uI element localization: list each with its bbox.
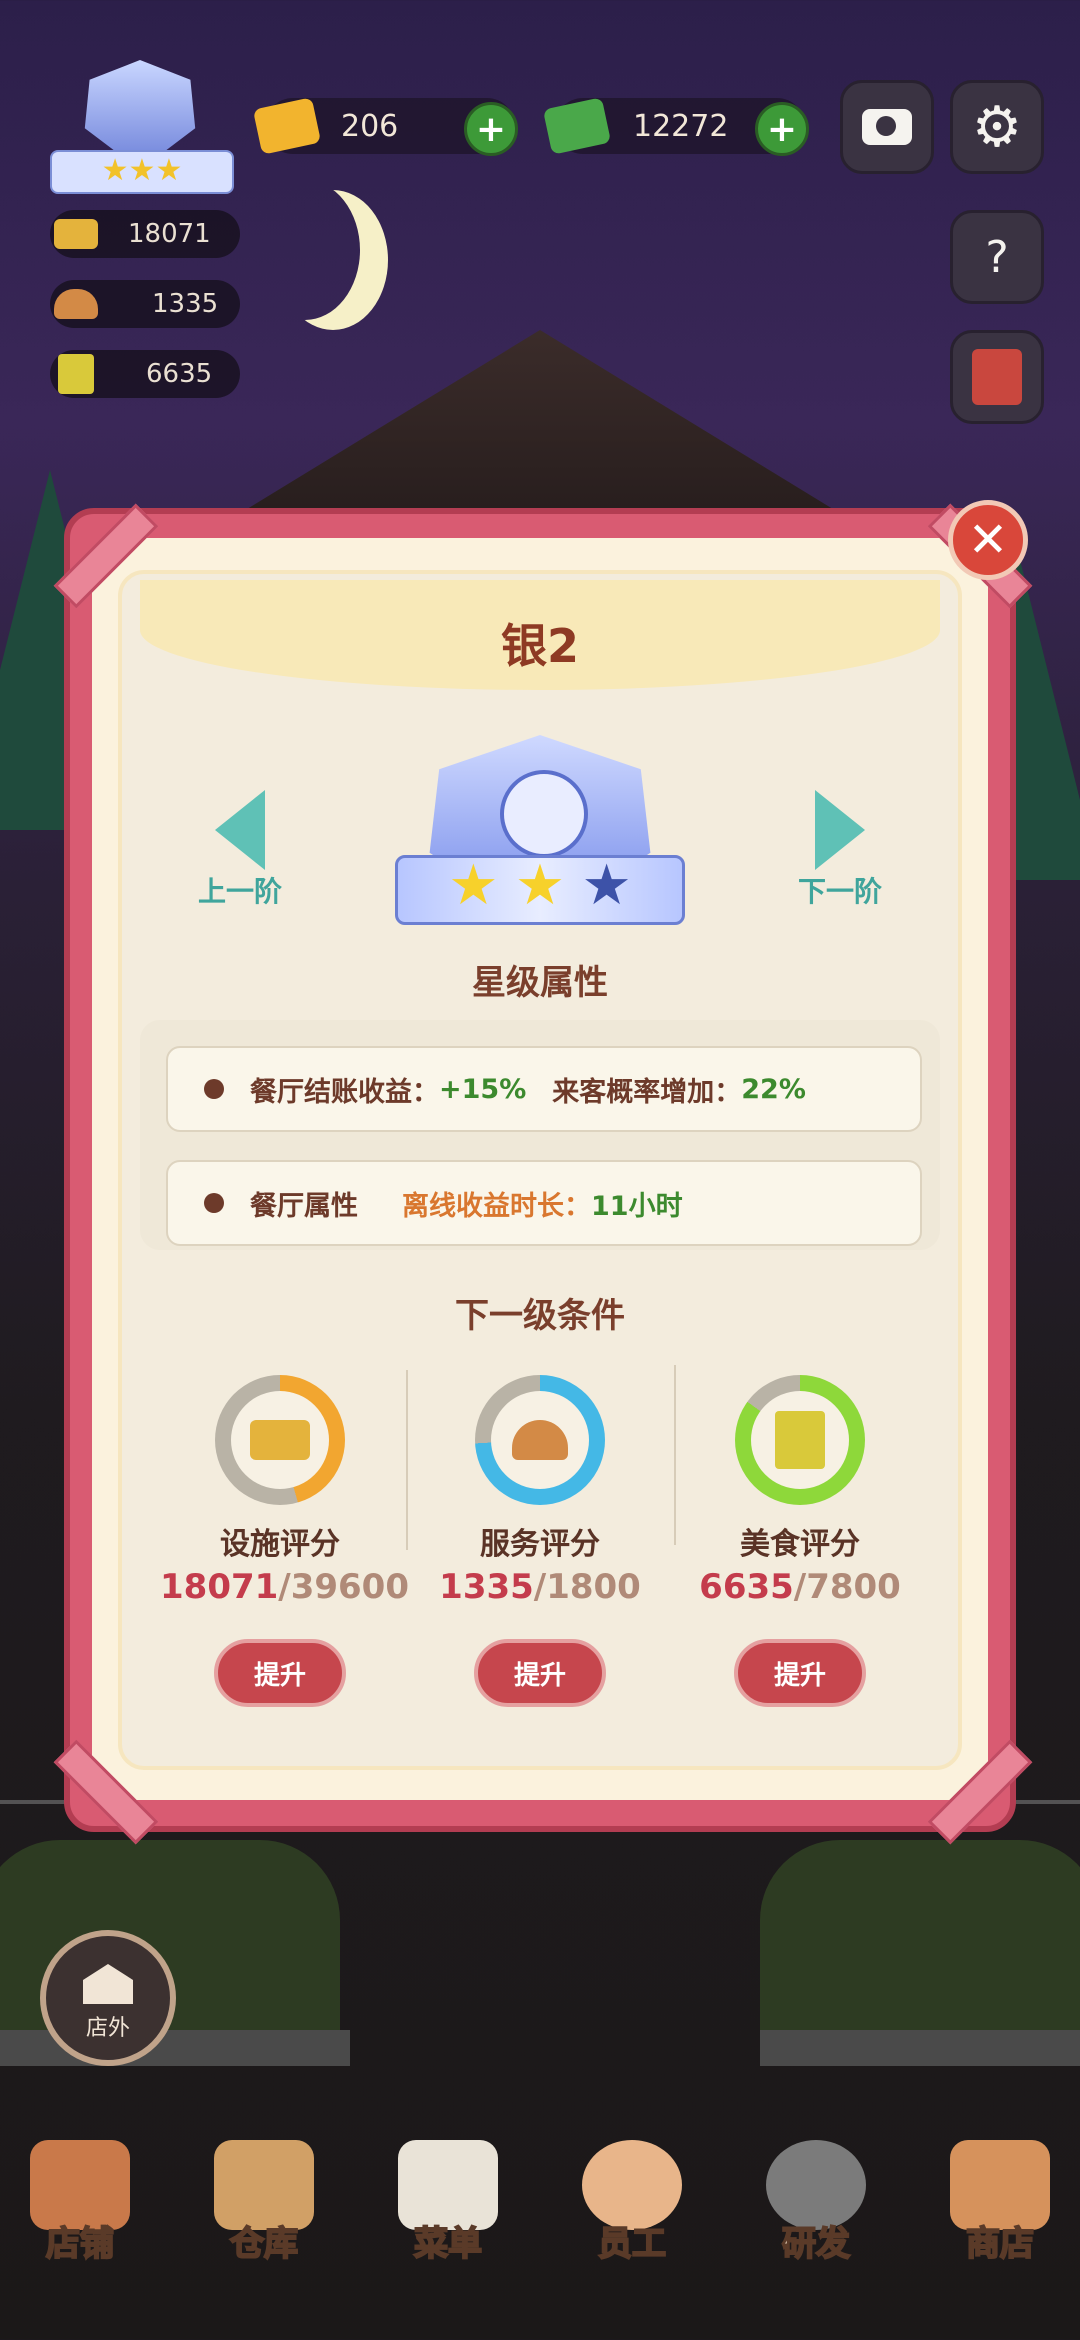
tab-shop-front[interactable]: 店铺 bbox=[20, 2140, 140, 2280]
service-score-max: /1800 bbox=[533, 1567, 641, 1607]
service-score-value: 1335/1800 bbox=[420, 1567, 660, 1607]
facility-score-max: /39600 bbox=[278, 1567, 410, 1607]
food-book-icon bbox=[58, 354, 94, 394]
rank-stars: ★★★ bbox=[50, 150, 234, 194]
facility-icon bbox=[54, 219, 98, 249]
recipe-book-button[interactable] bbox=[950, 330, 1044, 424]
tab-label: 研发 bbox=[781, 2223, 851, 2265]
attribute-row-income: 餐厅结账收益： +15% 来客概率增加： 22% bbox=[166, 1046, 922, 1132]
star-rating: ★ ★ ★ bbox=[440, 858, 640, 914]
service-progress-ring bbox=[475, 1375, 605, 1505]
add-gems-button[interactable]: + bbox=[464, 102, 518, 156]
upgrade-food-button[interactable]: 提升 bbox=[734, 1639, 866, 1707]
gem-icon bbox=[252, 97, 322, 155]
camera-button[interactable] bbox=[840, 80, 934, 174]
house-icon bbox=[83, 1964, 133, 2004]
service-score-current: 1335 bbox=[439, 1567, 534, 1607]
upgrade-service-button[interactable]: 提升 bbox=[474, 1639, 606, 1707]
service-score-label: 服务评分 bbox=[480, 1527, 600, 1562]
bullet-icon bbox=[204, 1193, 224, 1213]
next-rank-button[interactable]: 下一阶 bbox=[790, 790, 890, 910]
moon-decoration bbox=[250, 180, 360, 320]
camera-icon bbox=[862, 109, 912, 145]
service-condition: 服务评分 1335/1800 提升 bbox=[420, 1375, 660, 1707]
modal-title: 银2 bbox=[500, 619, 579, 673]
settings-button[interactable]: ⚙ bbox=[950, 80, 1044, 174]
outside-label: 店外 bbox=[85, 2016, 130, 2041]
prev-rank-button[interactable]: 上一阶 bbox=[190, 790, 290, 910]
planter bbox=[760, 2030, 1080, 2066]
tab-store[interactable]: 商店 bbox=[940, 2140, 1060, 2280]
star-attributes-title: 星级属性 bbox=[472, 963, 608, 1003]
rank-badge[interactable]: ★★★ bbox=[50, 60, 234, 194]
star-filled-icon: ★ bbox=[448, 853, 499, 918]
food-score-current: 6635 bbox=[699, 1567, 794, 1607]
arrow-left-icon bbox=[215, 790, 265, 870]
facility-score-current: 18071 bbox=[160, 1567, 279, 1607]
bush bbox=[760, 1840, 1080, 2040]
tab-label: 店铺 bbox=[45, 2223, 115, 2265]
tab-research[interactable]: 研发 bbox=[756, 2140, 876, 2280]
service-icon bbox=[54, 289, 98, 319]
upgrade-facility-button[interactable]: 提升 bbox=[214, 1639, 346, 1707]
facility-progress-ring bbox=[215, 1375, 345, 1505]
visitor-rate-label: 来客概率增加： bbox=[552, 1076, 742, 1108]
next-rank-label: 下一阶 bbox=[797, 875, 882, 908]
bullet-icon bbox=[204, 1079, 224, 1099]
food-condition: 美食评分 6635/7800 提升 bbox=[680, 1375, 920, 1707]
offline-duration-value: 11小时 bbox=[591, 1190, 683, 1222]
bottom-nav: 店铺 仓库 菜单 员工 研发 商店 bbox=[20, 2140, 1060, 2280]
guide-book-button[interactable]: ? bbox=[950, 210, 1044, 304]
tab-warehouse[interactable]: 仓库 bbox=[204, 2140, 324, 2280]
facility-condition: 设施评分 18071/39600 提升 bbox=[160, 1375, 409, 1707]
food-score-max: /7800 bbox=[793, 1567, 901, 1607]
checkout-income-value: +15% bbox=[439, 1073, 527, 1105]
visitor-rate-value: 22% bbox=[741, 1073, 806, 1105]
gear-icon: ⚙ bbox=[971, 94, 1023, 160]
restaurant-attr-label: 餐厅属性 bbox=[250, 1190, 358, 1222]
divider bbox=[674, 1365, 676, 1545]
service-icon bbox=[512, 1420, 568, 1460]
facility-score-label: 设施评分 bbox=[220, 1527, 340, 1562]
cash-icon bbox=[542, 97, 612, 155]
add-cash-button[interactable]: + bbox=[755, 102, 809, 156]
close-icon: ✕ bbox=[967, 512, 1009, 568]
food-progress-ring bbox=[735, 1375, 865, 1505]
outside-view-button[interactable]: 店外 bbox=[40, 1930, 176, 2066]
food-stat-value: 6635 bbox=[146, 359, 213, 389]
tab-label: 仓库 bbox=[229, 2223, 299, 2265]
arrow-right-icon bbox=[815, 790, 865, 870]
divider bbox=[406, 1370, 408, 1550]
frying-pan-icon bbox=[500, 770, 588, 858]
close-button[interactable]: ✕ bbox=[948, 500, 1028, 580]
prev-rank-label: 上一阶 bbox=[197, 875, 282, 908]
tab-staff[interactable]: 员工 bbox=[572, 2140, 692, 2280]
attribute-row-offline: 餐厅属性 离线收益时长： 11小时 bbox=[166, 1160, 922, 1246]
checkout-income-label: 餐厅结账收益： bbox=[250, 1076, 439, 1108]
tab-label: 员工 bbox=[597, 2223, 667, 2265]
star-filled-icon: ★ bbox=[514, 853, 566, 918]
food-score-value: 6635/7800 bbox=[680, 1567, 920, 1607]
red-book-icon bbox=[972, 349, 1022, 405]
facility-score-value: 18071/39600 bbox=[160, 1567, 409, 1607]
star-empty-icon: ★ bbox=[581, 853, 632, 918]
tab-label: 商店 bbox=[965, 2223, 1035, 2265]
book-help-icon: ? bbox=[985, 231, 1009, 283]
food-book-icon bbox=[775, 1411, 825, 1469]
service-stat: 1335 bbox=[50, 280, 240, 328]
tab-label: 菜单 bbox=[413, 2223, 483, 2265]
offline-duration-label: 离线收益时长： bbox=[402, 1190, 591, 1222]
next-level-title: 下一级条件 bbox=[455, 1296, 625, 1336]
service-stat-value: 1335 bbox=[152, 289, 219, 319]
food-score-label: 美食评分 bbox=[740, 1527, 860, 1562]
facility-stat-value: 18071 bbox=[128, 219, 211, 249]
facility-icon bbox=[250, 1420, 310, 1460]
tab-menu[interactable]: 菜单 bbox=[388, 2140, 508, 2280]
facility-stat: 18071 bbox=[50, 210, 240, 258]
food-stat: 6635 bbox=[50, 350, 240, 398]
